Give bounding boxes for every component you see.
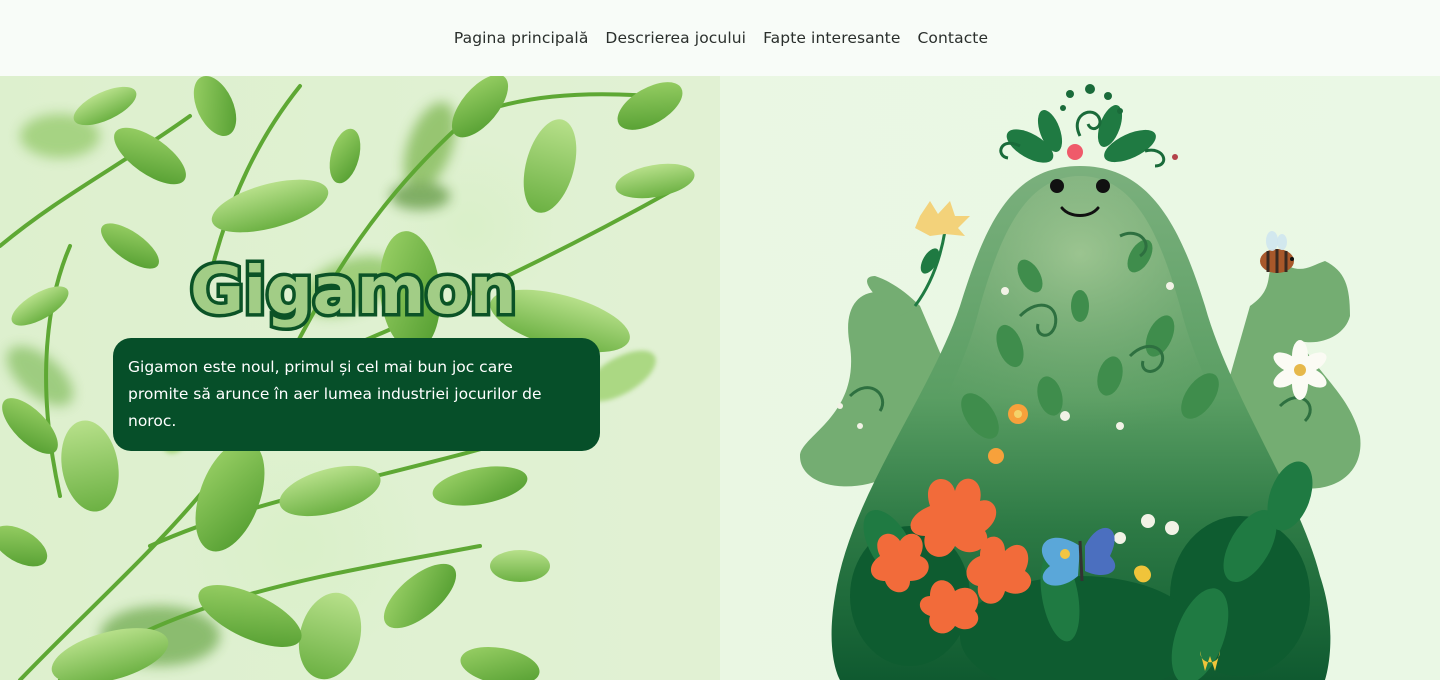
- forest-mascot-illustration: [800, 84, 1361, 680]
- hero-description-box: Gigamon este noul, primul și cel mai bun…: [113, 338, 600, 451]
- hero-title: Gigamon: [186, 252, 520, 329]
- page: Pagina principală Descrierea jocului Fap…: [0, 0, 1440, 680]
- nav-link-interesting-facts[interactable]: Fapte interesante: [763, 29, 900, 47]
- site-header: Pagina principală Descrierea jocului Fap…: [0, 0, 1440, 76]
- bee-icon: [1260, 231, 1294, 273]
- nav-link-home[interactable]: Pagina principală: [454, 29, 589, 47]
- hero-description: Gigamon este noul, primul și cel mai bun…: [128, 358, 542, 430]
- flower-icon: [913, 201, 970, 307]
- nav-link-game-description[interactable]: Descrierea jocului: [605, 29, 746, 47]
- main-nav: Pagina principală Descrierea jocului Fap…: [454, 29, 988, 47]
- nav-link-contacts[interactable]: Contacte: [917, 29, 988, 47]
- hero-section: Gigamon Gigamon este noul, primul și cel…: [0, 76, 1440, 680]
